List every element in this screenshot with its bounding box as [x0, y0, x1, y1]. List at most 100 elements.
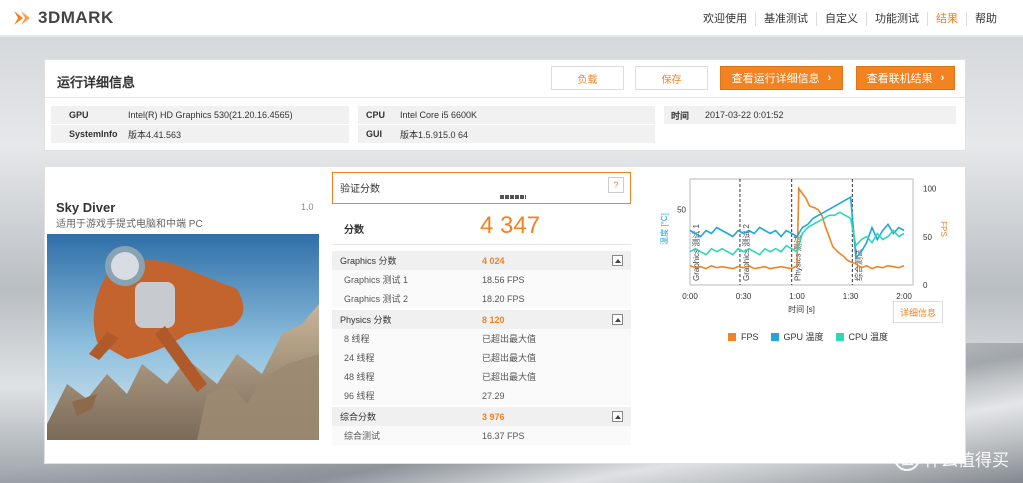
systeminfo-value: 版本4.41.563 — [128, 129, 182, 140]
score-detail-row: 综合测试 16.37 FPS — [332, 426, 631, 445]
top-nav-bar: 3DMARK 欢迎使用 基准测试 自定义 功能测试 结果 帮助 — [0, 0, 1023, 37]
gpu-label: GPU — [69, 110, 89, 120]
row-value: 已超出最大值 — [482, 353, 537, 363]
nav-item-4[interactable]: 结果 — [927, 11, 966, 26]
legend-item: FPS — [728, 330, 759, 343]
row-value: 27.29 — [482, 390, 505, 401]
x-tick-label: 2:00 — [896, 292, 912, 301]
nav-item-2[interactable]: 自定义 — [816, 11, 866, 26]
row-value: 18.20 FPS — [482, 293, 525, 304]
legend-label: GPU 温度 — [783, 332, 824, 342]
nav-item-0[interactable]: 欢迎使用 — [695, 12, 755, 26]
page-title: 运行详细信息 — [57, 75, 136, 90]
score-detail-row: Graphics 测试 1 18.56 FPS — [332, 270, 631, 289]
run-details-panel: 运行详细信息 负载 保存 查看运行详细信息 › 查看联机结果 › GPU Intel… — [44, 59, 966, 151]
row-label: Physics 分数 — [340, 315, 392, 325]
time-info-row: 时间 2017-03-22 0:01:52 — [664, 106, 956, 124]
view-online-results-button[interactable]: 查看联机结果 › — [856, 66, 955, 90]
systeminfo-row: SystemInfo 版本4.41.563 — [51, 125, 349, 143]
chevron-right-icon: › — [827, 72, 832, 84]
time-label: 时间 — [671, 110, 690, 121]
row-value: 3 976 — [482, 411, 505, 422]
score-detail-row: Graphics 测试 2 18.20 FPS — [332, 289, 631, 308]
legend-swatch — [728, 332, 736, 341]
score-label: 分数 — [344, 225, 364, 236]
y-right-tick-label: 50 — [923, 233, 932, 242]
test-version: 1.0 — [301, 202, 314, 212]
row-label: 48 线程 — [344, 372, 375, 382]
y-right-tick-label: 100 — [923, 185, 937, 194]
row-label: Graphics 测试 2 — [344, 294, 409, 304]
nav-item-3[interactable]: 功能测试 — [866, 11, 927, 26]
results-panel: Sky Diver 1.0 适用于游戏手提式电脑和中端 PC 验证分数 ? 分数… — [44, 166, 966, 464]
gui-info-row: GUI 版本1.5.915.0 64 — [358, 125, 655, 143]
test-name: Sky Diver — [56, 200, 116, 215]
gui-label: GUI — [366, 129, 383, 139]
x-tick-label: 1:30 — [843, 292, 859, 301]
3dmark-logo-icon — [14, 11, 30, 25]
score-group-row[interactable]: Physics 分数 8 120 — [332, 310, 631, 329]
row-label: Graphics 分数 — [340, 256, 397, 266]
x-tick-label: 0:30 — [736, 292, 752, 301]
watermark-logo-icon: 值 — [894, 445, 920, 471]
score-detail-row: 8 线程 已超出最大值 — [332, 329, 631, 348]
cpu-info-row: CPU Intel Core i5 6600K — [358, 106, 655, 124]
time-value: 2017-03-22 0:01:52 — [705, 110, 784, 120]
legend-item: CPU 温度 — [835, 330, 889, 343]
row-value: 4 024 — [482, 255, 505, 266]
view-run-details-label: 查看运行详细信息 — [731, 73, 820, 85]
row-value: 16.37 FPS — [482, 430, 525, 441]
verify-score-box: 验证分数 ? — [332, 172, 631, 204]
x-tick-label: 0:00 — [682, 292, 698, 301]
y-right-axis-label: FPS — [939, 221, 948, 237]
load-button[interactable]: 负载 — [551, 66, 624, 90]
collapse-toggle-icon[interactable] — [612, 255, 623, 266]
logo-text: 3DMARK — [38, 8, 114, 27]
verify-score-label: 验证分数 — [340, 184, 380, 195]
legend-swatch — [835, 332, 844, 341]
main-nav: 欢迎使用 基准测试 自定义 功能测试 结果 帮助 — [695, 0, 1005, 37]
score-detail-row: 24 线程 已超出最大值 — [332, 348, 631, 367]
row-label: 96 线程 — [344, 391, 375, 401]
score-detail-row: 96 线程 27.29 — [332, 386, 631, 405]
legend-item: GPU 温度 — [770, 330, 824, 343]
overall-score-box: 分数 4 347 — [332, 207, 631, 245]
gpu-value: Intel(R) HD Graphics 530(21.20.16.4565) — [128, 110, 293, 120]
chart-legend: FPS GPU 温度 CPU 温度 — [728, 330, 888, 343]
cpu-label: CPU — [366, 110, 386, 120]
monitoring-chart: Graphics 测试 1 Graphics 测试 2 Physics 测试 综合测试… — [643, 167, 965, 463]
gui-value: 版本1.5.915.0 64 — [400, 129, 469, 140]
score-detail-row: 48 线程 已超出最大值 — [332, 367, 631, 386]
y-right-tick-label: 0 — [923, 281, 928, 290]
nav-item-1[interactable]: 基准测试 — [755, 11, 816, 26]
row-label: 24 线程 — [344, 353, 375, 363]
sky-diver-hero-image — [47, 234, 319, 440]
score-group-row[interactable]: 综合分数 3 976 — [332, 407, 631, 426]
legend-swatch — [770, 332, 779, 341]
row-label: 综合分数 — [340, 412, 377, 422]
row-value: 已超出最大值 — [482, 334, 537, 344]
app-logo[interactable]: 3DMARK — [12, 7, 114, 29]
test-description: 适用于游戏手提式电脑和中端 PC — [56, 219, 203, 230]
y-left-axis-label: 温度 [°C] — [659, 213, 669, 245]
score-breakdown-list: Graphics 分数 4 024 Graphics 测试 1 18.56 FPS Gr… — [332, 249, 631, 445]
help-button[interactable]: ? — [608, 177, 624, 193]
y-left-tick-label: 50 — [677, 205, 686, 214]
view-run-details-button[interactable]: 查看运行详细信息 › — [720, 66, 843, 90]
save-button[interactable]: 保存 — [635, 66, 708, 90]
legend-label: CPU 温度 — [848, 332, 889, 342]
collapse-toggle-icon[interactable] — [612, 314, 623, 325]
systeminfo-label: SystemInfo — [69, 129, 118, 139]
score-value: 4 347 — [480, 212, 541, 239]
watermark: 值 什么值得买 — [894, 445, 1009, 471]
cpu-value: Intel Core i5 6600K — [400, 110, 478, 120]
row-value: 8 120 — [482, 314, 505, 325]
chevron-right-icon: › — [940, 72, 945, 84]
score-group-row[interactable]: Graphics 分数 4 024 — [332, 251, 631, 270]
chart-details-button[interactable]: 详细信息 — [893, 301, 943, 323]
collapse-toggle-icon[interactable] — [612, 411, 623, 422]
nav-item-5[interactable]: 帮助 — [966, 11, 1005, 26]
watermark-text: 什么值得买 — [924, 450, 1009, 470]
row-value: 18.56 FPS — [482, 274, 525, 285]
row-label: 8 线程 — [344, 334, 370, 344]
